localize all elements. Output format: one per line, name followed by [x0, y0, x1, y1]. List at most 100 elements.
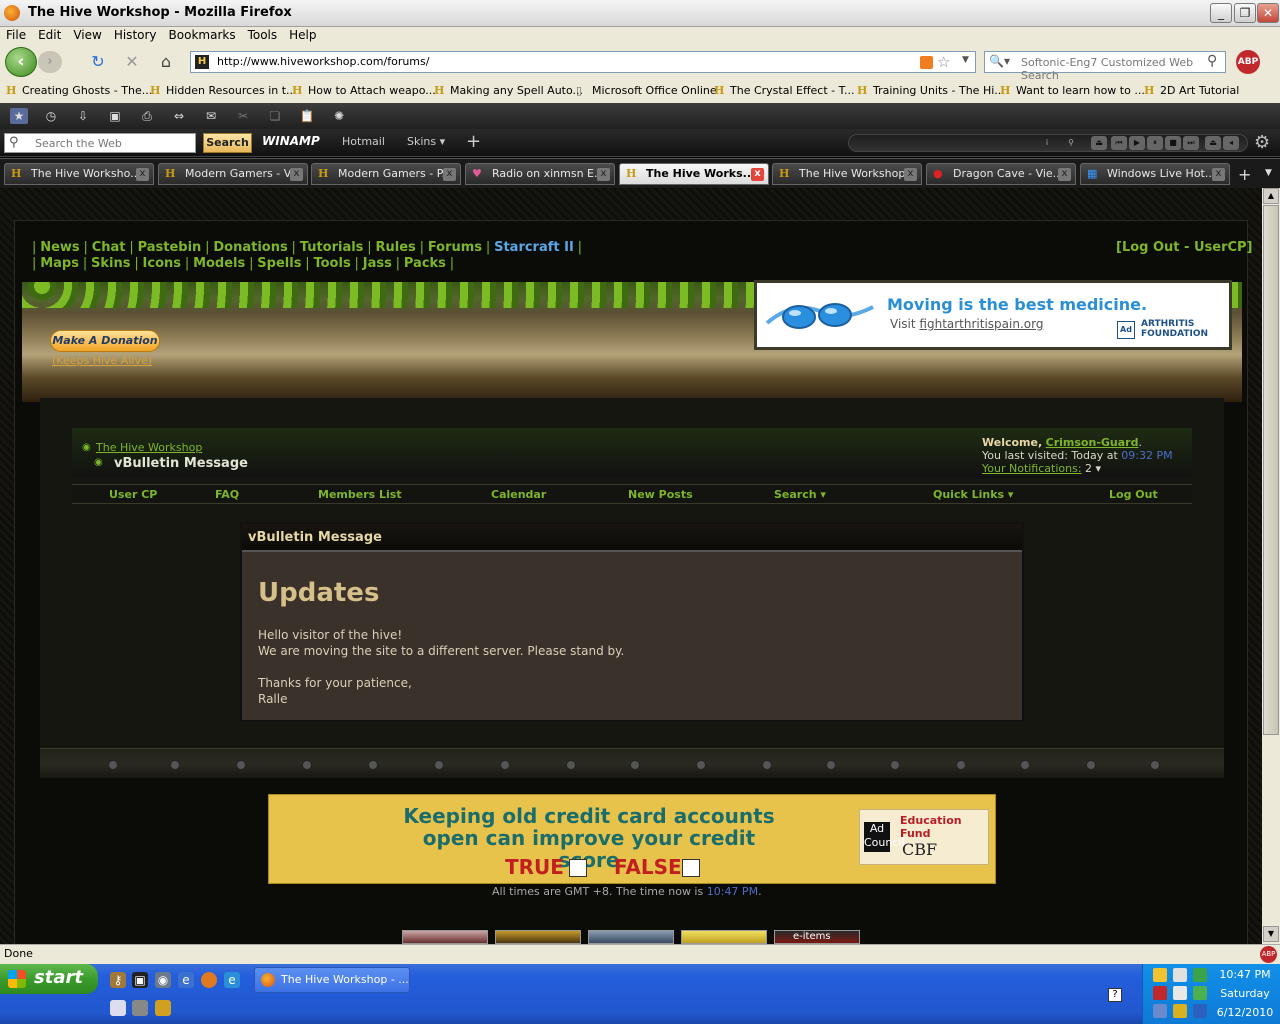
affiliate-banner[interactable] [402, 930, 488, 944]
bookmark-icon[interactable]: ★ [10, 108, 28, 124]
username-link[interactable]: Crimson-Guard [1046, 436, 1139, 449]
link-rules[interactable]: Rules [375, 240, 415, 255]
bookmark-item[interactable]: H 2D Art Tutorial [1144, 84, 1239, 98]
bookmark-item[interactable]: H Want to learn how to ... [1000, 84, 1145, 98]
tray-app-icon[interactable] [1193, 986, 1207, 1000]
new-tab-button[interactable]: + [1238, 165, 1251, 184]
tab[interactable]: ● Dragon Cave - Vie... x [926, 163, 1076, 185]
url-text[interactable]: http://www.hiveworkshop.com/forums/ [217, 55, 429, 68]
hotmail-link[interactable]: Hotmail [342, 135, 385, 148]
affiliate-banner[interactable] [495, 930, 581, 944]
scroll-thumb[interactable] [1263, 205, 1279, 735]
link-jass[interactable]: Jass [363, 256, 392, 271]
ie-icon[interactable]: e [178, 972, 194, 988]
skins-menu[interactable]: Skins ▾ [407, 135, 445, 148]
nav-new-posts[interactable]: New Posts [628, 488, 693, 501]
link-news[interactable]: News [40, 240, 79, 255]
menu-edit[interactable]: Edit [32, 27, 67, 42]
breadcrumb-home-link[interactable]: The Hive Workshop [96, 441, 202, 454]
bookmark-item[interactable]: H Creating Ghosts - The... [6, 84, 152, 98]
volume-icon[interactable]: ◂ [1223, 136, 1239, 150]
next-icon[interactable]: ⏭ [1183, 136, 1199, 150]
affiliate-banner[interactable] [681, 930, 767, 944]
link-starcraft[interactable]: Starcraft II [494, 240, 574, 255]
close-tab-icon[interactable]: x [597, 168, 610, 181]
new-window-icon[interactable]: ▣ [106, 108, 124, 124]
link-spells[interactable]: Spells [257, 256, 301, 271]
pencil-icon[interactable] [155, 1000, 171, 1016]
web-search-button[interactable]: Search [203, 133, 252, 153]
nav-calendar[interactable]: Calendar [491, 488, 546, 501]
menu-view[interactable]: View [67, 27, 107, 42]
link-skins[interactable]: Skins [91, 256, 130, 271]
desktop-icon[interactable] [110, 1000, 126, 1016]
nav-user-cp[interactable]: User CP [109, 488, 157, 501]
nav-log-out[interactable]: Log Out [1109, 488, 1158, 501]
ad-true-checkbox[interactable] [569, 859, 587, 877]
back-button[interactable]: ‹ [5, 47, 37, 77]
menu-bookmarks[interactable]: Bookmarks [163, 27, 242, 42]
camera-icon[interactable] [132, 1000, 148, 1016]
link-donations[interactable]: Donations [213, 240, 287, 255]
tab[interactable]: H Modern Gamers - V... x [158, 163, 308, 185]
ad-false-checkbox[interactable] [682, 859, 700, 877]
link-chat[interactable]: Chat [92, 240, 126, 255]
link-pastebin[interactable]: Pastebin [138, 240, 202, 255]
volume-icon[interactable] [1173, 986, 1187, 1000]
menu-tools[interactable]: Tools [242, 27, 284, 42]
ad-link[interactable]: fightarthritispain.org [919, 317, 1043, 331]
clock-time[interactable]: 10:47 PM [1209, 968, 1280, 981]
maximize-button[interactable]: ❐ [1234, 3, 1256, 23]
media-icon[interactable]: ▣ [132, 972, 148, 988]
web-search-input[interactable]: ⚲ Search the Web [4, 133, 196, 153]
affiliate-banner[interactable] [588, 930, 674, 944]
home-icon[interactable]: ⌂ [156, 53, 176, 71]
web-search-placeholder[interactable]: Search the Web [35, 137, 122, 150]
close-tab-icon[interactable]: x [1212, 168, 1225, 181]
nav-faq[interactable]: FAQ [215, 488, 239, 501]
reload-icon[interactable]: ↻ [88, 53, 108, 71]
stop-icon[interactable]: ✕ [122, 53, 142, 71]
link-models[interactable]: Models [193, 256, 245, 271]
keep-hive-alive-link[interactable]: (Keeps Hive Alive) [52, 354, 152, 367]
bookmark-item[interactable]: H How to Attach weapo... [292, 84, 436, 98]
tab[interactable]: ♥ Radio on xinmsn E... x [465, 163, 615, 185]
notifications-link[interactable]: Your Notifications: [982, 462, 1082, 475]
open-icon[interactable]: ⏏ [1205, 136, 1221, 150]
tab[interactable]: H The Hive Worksho... x [4, 163, 154, 185]
cut-icon[interactable]: ✂ [234, 108, 252, 124]
link-icons[interactable]: Icons [143, 256, 181, 271]
adblock-icon[interactable]: ABP [1236, 50, 1260, 74]
winamp-logo[interactable]: WINAMP [262, 134, 320, 148]
credit-score-ad[interactable]: Keeping old credit card accounts open ca… [268, 794, 996, 884]
tray-app-icon[interactable] [1193, 968, 1207, 982]
bookmark-item[interactable]: H The Crystal Effect - T... [714, 84, 855, 98]
close-tab-icon[interactable]: x [443, 168, 456, 181]
search-icon[interactable]: ⚲ [1063, 136, 1079, 150]
minimize-button[interactable]: _ [1210, 3, 1232, 23]
history-icon[interactable]: ◷ [42, 108, 60, 124]
tab[interactable]: H The Hive Workshop x [772, 163, 922, 185]
taskbar-firefox-button[interactable]: The Hive Workshop - ... [254, 967, 410, 993]
security-icon[interactable] [1153, 986, 1167, 1000]
scroll-down-icon[interactable]: ▼ [1263, 926, 1279, 942]
link-tools[interactable]: Tools [313, 256, 350, 271]
tray-app-icon[interactable] [1173, 1004, 1187, 1018]
network-icon[interactable] [1173, 968, 1187, 982]
donate-button[interactable]: Make A Donation [50, 330, 160, 352]
tab[interactable]: H Modern Gamers - P... x [311, 163, 461, 185]
menu-history[interactable]: History [108, 27, 163, 42]
close-tab-icon[interactable]: x [290, 168, 303, 181]
link-tutorials[interactable]: Tutorials [300, 240, 364, 255]
e-items-banner[interactable]: e-items [774, 930, 860, 944]
nav-search[interactable]: Search ▾ [774, 488, 826, 501]
menu-file[interactable]: File [0, 27, 32, 42]
close-tab-icon[interactable]: x [136, 168, 149, 181]
close-tab-icon[interactable]: x [751, 168, 764, 181]
tab[interactable]: ▦ Windows Live Hot... x [1080, 163, 1230, 185]
game-icon[interactable]: ◉ [155, 972, 171, 988]
eject-icon[interactable]: ⏏ [1091, 136, 1107, 150]
list-tabs-button[interactable]: ▼ [1265, 168, 1272, 178]
search-go-icon[interactable]: ⚲ [1207, 53, 1217, 69]
bookmark-item[interactable]: ▯ Microsoft Office Online [576, 84, 717, 98]
